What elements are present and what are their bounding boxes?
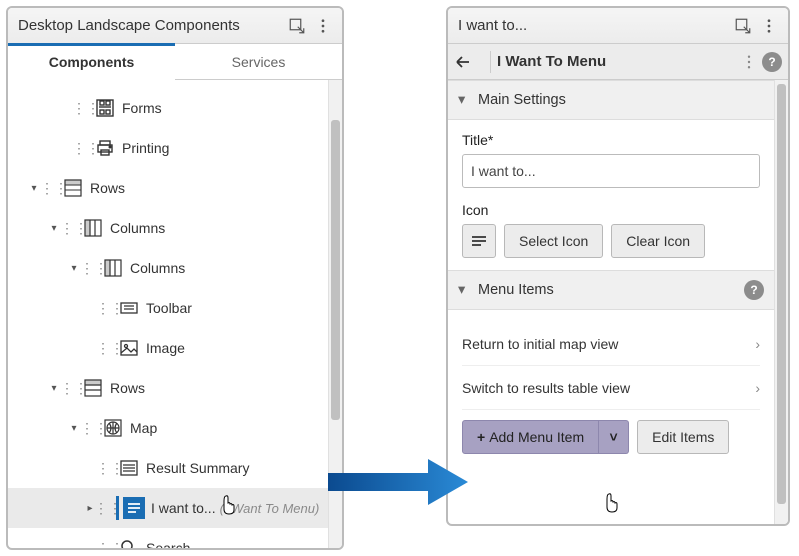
page-title: I Want To Menu (497, 53, 736, 70)
help-icon[interactable]: ? (762, 52, 782, 72)
columns-icon (102, 257, 124, 279)
select-icon-button[interactable]: Select Icon (504, 224, 603, 258)
tab-components[interactable]: Components (8, 44, 175, 79)
help-icon[interactable]: ? (744, 280, 764, 300)
breadcrumb: I want to... (458, 17, 730, 34)
tree-item-map[interactable]: ▾ ⋮⋮ Map (8, 408, 328, 448)
panel-titlebar: Desktop Landscape Components (8, 8, 342, 44)
tree-item-rows-1[interactable]: ▾ ⋮⋮ Rows (8, 168, 328, 208)
add-menu-item-button[interactable]: + Add Menu Item (462, 420, 599, 454)
select-mode-icon[interactable] (284, 13, 310, 39)
tree-item-toolbar[interactable]: ⋮⋮ Toolbar (8, 288, 328, 328)
tree-item-result-summary[interactable]: ⋮⋮ Result Summary (8, 448, 328, 488)
title-label: Title* (462, 132, 760, 148)
tree-item-columns-2[interactable]: ▾ ⋮⋮ Columns (8, 248, 328, 288)
chevron-right-icon: › (755, 336, 760, 352)
tree-item-columns-1[interactable]: ▾ ⋮⋮ Columns (8, 208, 328, 248)
image-icon (118, 337, 140, 359)
chevron-down-icon: ▾ (458, 282, 478, 298)
clear-icon-button[interactable]: Clear Icon (611, 224, 705, 258)
list-icon (118, 457, 140, 479)
properties-content: ▾ Main Settings Title* Icon Select Icon … (448, 80, 774, 524)
kebab-menu-icon[interactable] (310, 13, 336, 39)
add-menu-item-dropdown[interactable]: ˅ (599, 420, 629, 454)
section-menu-items[interactable]: ▾ Menu Items ? (448, 270, 774, 310)
panel-title: Desktop Landscape Components (18, 17, 284, 34)
tree-item-search[interactable]: ⋮⋮ Search (8, 528, 328, 548)
kebab-menu-icon[interactable] (756, 13, 782, 39)
scrollbar[interactable] (328, 80, 342, 548)
kebab-menu-icon[interactable] (736, 49, 762, 75)
scrollbar-thumb[interactable] (331, 120, 340, 420)
tree-item-i-want-to[interactable]: ▸ ⋮⋮ I want to... (I Want To Menu) (8, 488, 328, 528)
form-icon (94, 97, 116, 119)
plus-icon: + (477, 429, 485, 445)
component-tree: ⋮⋮ Forms ⋮⋮ Printing ▾ ⋮⋮ Rows ▾ ⋮⋮ (8, 80, 328, 548)
chevron-down-icon: ▾ (458, 92, 478, 108)
search-icon (118, 537, 140, 548)
menu-lines-icon (123, 497, 145, 519)
tab-services[interactable]: Services (175, 44, 342, 79)
section-main-settings[interactable]: ▾ Main Settings (448, 80, 774, 120)
scrollbar-thumb[interactable] (777, 84, 786, 504)
globe-icon (102, 417, 124, 439)
chevron-right-icon: › (755, 380, 760, 396)
select-mode-icon[interactable] (730, 13, 756, 39)
rows-icon (82, 377, 104, 399)
selection-indicator (116, 496, 119, 520)
tree-item-image[interactable]: ⋮⋮ Image (8, 328, 328, 368)
tree-item-forms[interactable]: ⋮⋮ Forms (8, 88, 328, 128)
menu-item-row[interactable]: Switch to results table view › (462, 366, 760, 410)
menu-item-row[interactable]: Return to initial map view › (462, 322, 760, 366)
panel-titlebar: I want to... (448, 8, 788, 44)
back-button[interactable] (454, 53, 484, 71)
printer-icon (94, 137, 116, 159)
components-panel: Desktop Landscape Components Components … (6, 6, 344, 550)
current-icon-preview (462, 224, 496, 258)
tree-item-rows-2[interactable]: ▾ ⋮⋮ Rows (8, 368, 328, 408)
edit-items-button[interactable]: Edit Items (637, 420, 729, 454)
tree-item-printing[interactable]: ⋮⋮ Printing (8, 128, 328, 168)
add-menu-item-split-button: + Add Menu Item ˅ (462, 420, 629, 454)
scrollbar[interactable] (774, 80, 788, 524)
rows-icon (62, 177, 84, 199)
title-input[interactable] (462, 154, 760, 188)
properties-panel: I want to... I Want To Menu ? ▾ Main Set… (446, 6, 790, 526)
columns-icon (82, 217, 104, 239)
icon-label: Icon (462, 202, 760, 218)
toolbar-icon (118, 297, 140, 319)
subheader: I Want To Menu ? (448, 44, 788, 80)
tabs: Components Services (8, 44, 342, 80)
